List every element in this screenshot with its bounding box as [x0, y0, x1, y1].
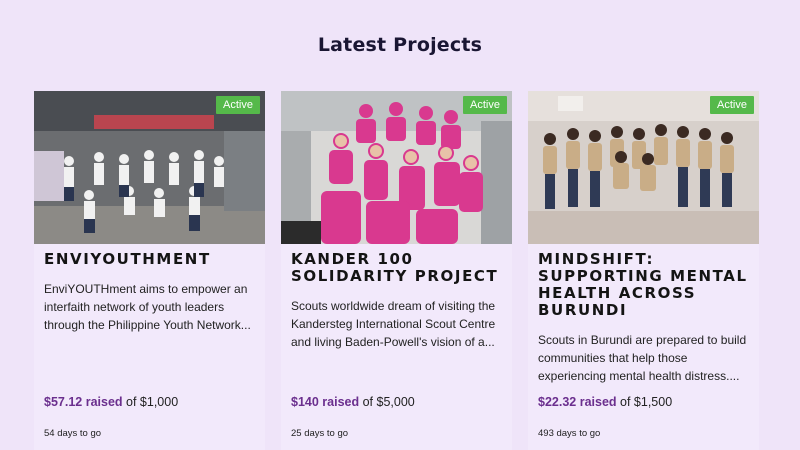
raised-amount: $140 raised: [291, 395, 360, 409]
status-badge: Active: [463, 96, 507, 114]
project-description: EnviYOUTHment aims to empower an interfa…: [44, 282, 251, 332]
goal-amount: of $1,000: [126, 395, 179, 409]
raised-amount: $57.12 raised: [44, 395, 123, 409]
project-title[interactable]: Kander 100 Solidarity Project: [291, 251, 506, 285]
project-card[interactable]: Active Mindshift: Supporting Mental Heal…: [528, 91, 759, 450]
project-card[interactable]: Active Kander 100 Solidarity Project Sco…: [281, 91, 512, 450]
project-title[interactable]: Mindshift: Supporting Mental Health Acro…: [538, 251, 753, 319]
days-left: 493 days to go: [538, 428, 601, 439]
funding-progress: $22.32 raised of $1,500: [538, 395, 672, 409]
goal-amount: of $5,000: [362, 395, 415, 409]
days-left: 25 days to go: [291, 428, 349, 439]
status-badge: Active: [216, 96, 260, 114]
project-title[interactable]: EnviYOUTHment: [44, 251, 259, 268]
project-description: Scouts worldwide dream of visiting the K…: [291, 299, 496, 349]
status-badge: Active: [710, 96, 754, 114]
funding-progress: $140 raised of $5,000: [291, 395, 415, 409]
goal-amount: of $1,500: [620, 395, 673, 409]
funding-progress: $57.12 raised of $1,000: [44, 395, 178, 409]
raised-amount: $22.32 raised: [538, 395, 617, 409]
section-title: Latest Projects: [317, 34, 483, 56]
project-description: Scouts in Burundi are prepared to build …: [538, 333, 747, 383]
days-left: 54 days to go: [44, 428, 102, 439]
project-card[interactable]: Active EnviYOUTHment EnviYOUTHment aims …: [34, 91, 265, 450]
